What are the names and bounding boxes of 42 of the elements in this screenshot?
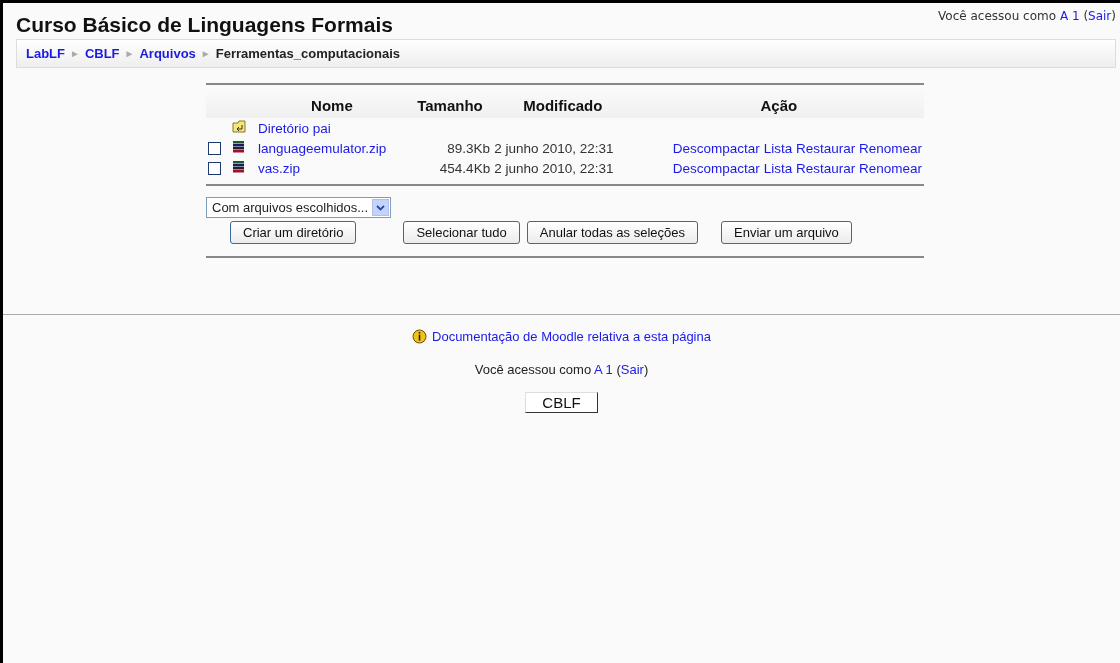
- action-link[interactable]: Renomear: [858, 140, 922, 156]
- home-button[interactable]: CBLF: [525, 392, 598, 413]
- action-button[interactable]: Criar um diretório: [230, 221, 357, 244]
- action-button[interactable]: Selecionar tudo: [403, 221, 520, 244]
- modified-date: 2 junho 2010, 22:31: [493, 139, 615, 158]
- action-link[interactable]: Descompactar: [672, 160, 760, 176]
- login-info: Você acessou como A 1 (Sair): [938, 9, 1116, 23]
- file-link[interactable]: languageemulator.zip: [258, 140, 387, 156]
- modified-date: 2 junho 2010, 22:31: [493, 159, 615, 178]
- action-link[interactable]: Lista: [763, 160, 793, 176]
- action-button[interactable]: Anular todas as seleções: [526, 221, 699, 244]
- logout-link[interactable]: Sair: [620, 362, 644, 377]
- file-size: 454.4Kb: [438, 159, 492, 178]
- archive-icon: [232, 140, 245, 153]
- action-button[interactable]: Enviar um arquivo: [721, 221, 852, 244]
- info-icon: [412, 329, 427, 344]
- action-link[interactable]: Restaurar: [795, 140, 856, 156]
- user-link[interactable]: A 1: [594, 362, 613, 377]
- action-link[interactable]: Lista: [763, 140, 793, 156]
- page-title: Curso Básico de Linguagens Formais: [16, 13, 393, 37]
- parent-folder-link[interactable]: Diretório pai: [258, 120, 331, 136]
- logout-link[interactable]: Sair: [1088, 9, 1112, 23]
- breadcrumb-link[interactable]: Arquivos: [139, 46, 196, 61]
- parent-folder-icon: [232, 120, 247, 133]
- breadcrumb-link[interactable]: LabLF: [26, 46, 65, 61]
- breadcrumb-separator: ►: [70, 48, 80, 59]
- breadcrumb-link[interactable]: CBLF: [84, 46, 120, 61]
- file-size: 89.3Kb: [446, 139, 492, 158]
- user-link[interactable]: A 1: [1059, 9, 1080, 23]
- documentation-link[interactable]: Documentação de Moodle relativa a esta página: [432, 329, 711, 344]
- file-link[interactable]: vas.zip: [258, 160, 301, 176]
- breadcrumb-current: Ferramentas_computacionais: [215, 46, 400, 61]
- action-link[interactable]: Descompactar: [672, 140, 760, 156]
- with-selected-dropdown[interactable]: Com arquivos escolhidos...: [206, 197, 392, 218]
- action-link[interactable]: Renomear: [858, 160, 922, 176]
- breadcrumb-separator: ►: [200, 48, 211, 59]
- breadcrumb-separator: ►: [124, 48, 135, 59]
- file-checkbox[interactable]: [208, 162, 221, 176]
- archive-icon: [232, 160, 245, 173]
- login-info: Você acessou como A 1 (Sair): [474, 362, 649, 377]
- file-checkbox[interactable]: [208, 142, 221, 156]
- action-link[interactable]: Restaurar: [795, 160, 856, 176]
